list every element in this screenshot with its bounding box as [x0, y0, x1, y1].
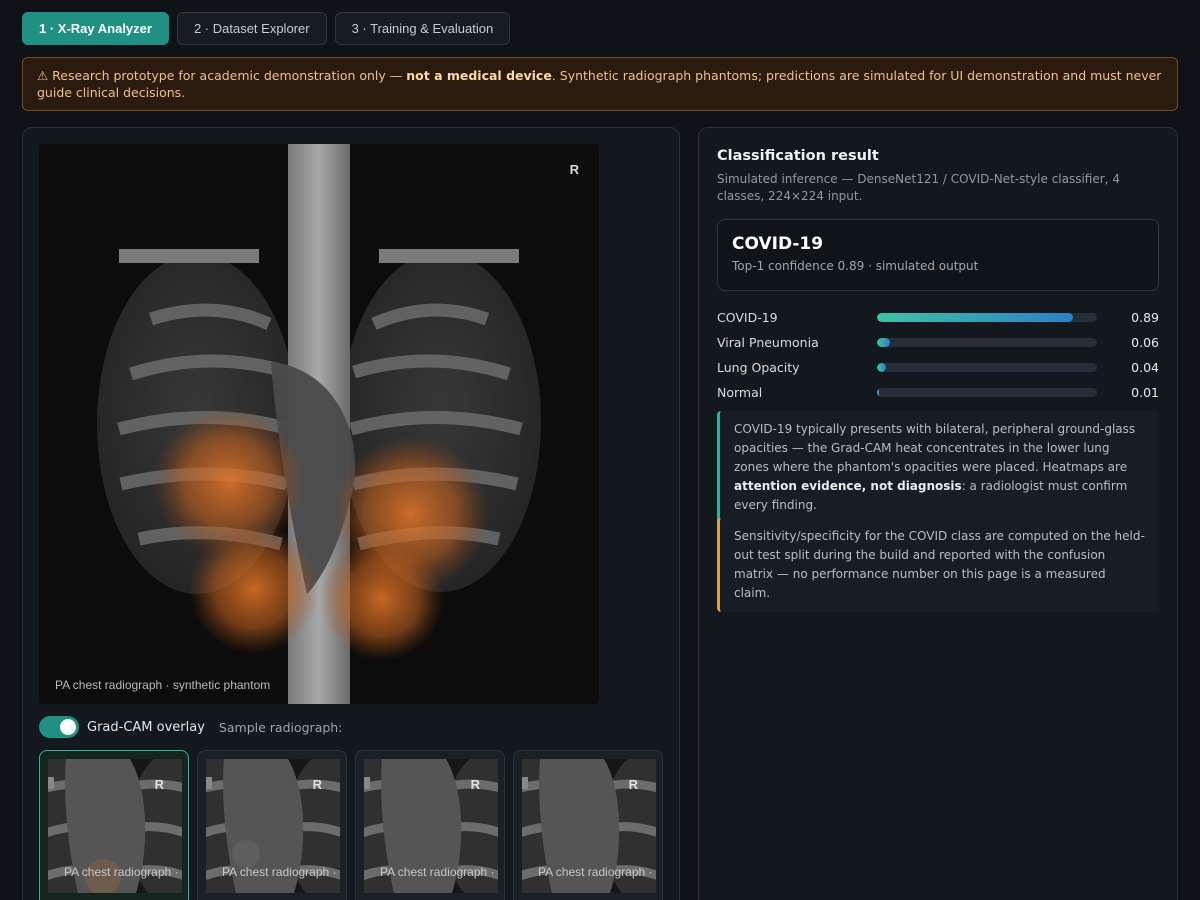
- thumbnail-side-marker: R: [628, 777, 638, 792]
- probability-row: Normal 0.01: [717, 380, 1159, 405]
- thumbnail-caption: PA chest radiograph · synthetic phantom: [538, 865, 656, 879]
- tab-dataset-explorer[interactable]: 2 · Dataset Explorer: [176, 12, 327, 45]
- top-prediction-card: COVID-19 Top-1 confidence 0.89 · simulat…: [717, 219, 1159, 291]
- sample-thumbnail-1[interactable]: R PA chest radiograph · synthetic phanto…: [39, 750, 189, 900]
- probability-list: COVID-19 0.89 Viral Pneumonia 0.06 Lung …: [717, 305, 1159, 405]
- note-text-1: COVID-19 typically presents with bilater…: [734, 422, 1136, 474]
- probability-value: 0.01: [1131, 385, 1159, 400]
- sample-thumbnail-2[interactable]: R PA chest radiograph · synthetic phanto…: [197, 750, 347, 900]
- probability-bar-fill: [877, 313, 1073, 322]
- sample-radiograph-label: Sample radiograph:: [218, 719, 343, 735]
- probability-value: 0.04: [1131, 360, 1159, 375]
- probability-row: Lung Opacity 0.04: [717, 355, 1159, 380]
- side-marker: R: [569, 162, 579, 177]
- sample-thumbnails: R PA chest radiograph · synthetic phanto…: [39, 750, 663, 900]
- probability-row: Viral Pneumonia 0.06: [717, 330, 1159, 355]
- thumbnail-caption: PA chest radiograph · synthetic phantom: [380, 865, 498, 879]
- thumbnail-side-marker: R: [154, 777, 164, 792]
- top-prediction-label: COVID-19: [732, 234, 824, 254]
- viewer-controls: Grad-CAM overlay Sample radiograph:: [39, 716, 342, 738]
- result-panel: Classification result Simulated inferenc…: [698, 127, 1178, 900]
- probability-bar-track: [877, 363, 1097, 372]
- gradcam-toggle[interactable]: [39, 716, 79, 738]
- top-prediction-confidence: Top-1 confidence 0.89 · simulated output: [732, 259, 979, 273]
- viewer-panel: R PA chest radiograph · synthetic phanto…: [22, 127, 680, 900]
- note-bold: attention evidence, not diagnosis: [734, 479, 962, 493]
- probability-bar-fill: [877, 388, 880, 397]
- probability-row: COVID-19 0.89: [717, 305, 1159, 330]
- thumbnail-caption: PA chest radiograph · synthetic phantom: [222, 865, 340, 879]
- tab-training-evaluation[interactable]: 3 · Training & Evaluation: [334, 12, 511, 45]
- thumbnail-side-marker: R: [470, 777, 480, 792]
- class-name: Normal: [717, 385, 763, 400]
- xray-caption: PA chest radiograph · synthetic phantom: [55, 678, 271, 692]
- probability-bar-track: [877, 338, 1097, 347]
- result-subtitle: Simulated inference — DenseNet121 / COVI…: [717, 172, 1120, 203]
- probability-bar-fill: [877, 338, 891, 347]
- sample-thumbnail-4[interactable]: R PA chest radiograph · synthetic phanto…: [513, 750, 663, 900]
- probability-bar-fill: [877, 363, 886, 372]
- class-name: Lung Opacity: [717, 360, 800, 375]
- banner-prefix: ⚠ Research prototype for academic demons…: [37, 68, 407, 83]
- interpretation-note: COVID-19 typically presents with bilater…: [717, 411, 1159, 524]
- thumbnail-side-marker: R: [312, 777, 322, 792]
- toggle-knob: [60, 719, 76, 735]
- probability-bar-track: [877, 313, 1097, 322]
- tab-xray-analyzer[interactable]: 1 · X-Ray Analyzer: [22, 12, 169, 45]
- xray-viewer[interactable]: R PA chest radiograph · synthetic phanto…: [39, 144, 599, 704]
- class-name: COVID-19: [717, 310, 778, 325]
- probability-bar-track: [877, 388, 1097, 397]
- disclaimer-banner: ⚠ Research prototype for academic demons…: [22, 57, 1178, 111]
- probability-value: 0.06: [1131, 335, 1159, 350]
- gradcam-toggle-label: Grad-CAM overlay: [87, 719, 205, 735]
- sample-thumbnail-3[interactable]: R PA chest radiograph · synthetic phanto…: [355, 750, 505, 900]
- thumbnail-caption: PA chest radiograph · synthetic phantom: [64, 865, 182, 879]
- probability-value: 0.89: [1131, 310, 1159, 325]
- metrics-caveat-note: Sensitivity/specificity for the COVID cl…: [717, 518, 1159, 612]
- tab-bar: 1 · X-Ray Analyzer 2 · Dataset Explorer …: [22, 12, 511, 45]
- xray-image: [39, 144, 599, 704]
- banner-bold: not a medical device: [406, 68, 552, 83]
- class-name: Viral Pneumonia: [717, 335, 819, 350]
- result-title: Classification result: [717, 148, 879, 164]
